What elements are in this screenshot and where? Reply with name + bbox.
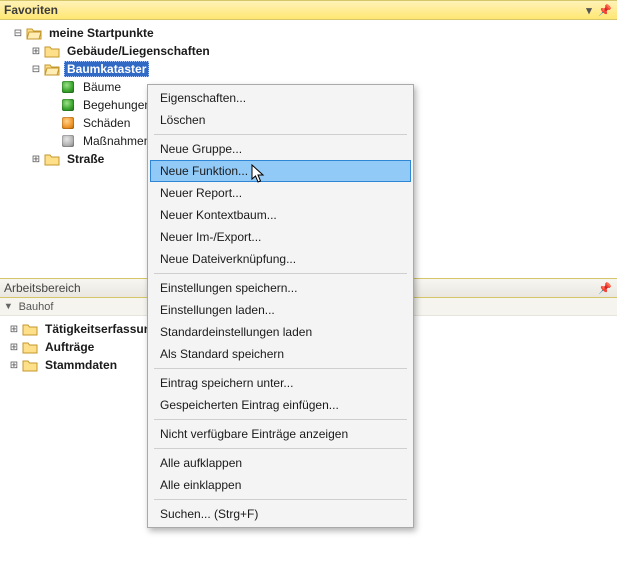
tree-label: Tätigkeitserfassung bbox=[42, 321, 161, 337]
expand-icon[interactable]: ⊞ bbox=[30, 153, 42, 165]
context-menu-item[interactable]: Alle aufklappen bbox=[150, 452, 411, 474]
tree-label: Maßnahmen bbox=[80, 133, 153, 149]
collapse-icon[interactable]: ⊟ bbox=[12, 27, 24, 39]
tree-label: Stammdaten bbox=[42, 357, 120, 373]
context-menu-item[interactable]: Neuer Report... bbox=[150, 182, 411, 204]
favorites-title: Favoriten bbox=[4, 3, 58, 17]
menu-separator bbox=[154, 134, 407, 135]
context-menu-item[interactable]: Einstellungen speichern... bbox=[150, 277, 411, 299]
tree-label: Gebäude/Liegenschaften bbox=[64, 43, 213, 59]
tree-row[interactable]: ⊟ Baumkataster bbox=[0, 60, 617, 78]
leaf-icon bbox=[60, 133, 76, 149]
leaf-icon bbox=[60, 97, 76, 113]
context-menu-item[interactable]: Eintrag speichern unter... bbox=[150, 372, 411, 394]
tree-label: Straße bbox=[64, 151, 107, 167]
menu-separator bbox=[154, 448, 407, 449]
context-menu-item[interactable]: Suchen... (Strg+F) bbox=[150, 503, 411, 525]
folder-icon bbox=[44, 43, 60, 59]
context-menu-item[interactable]: Neue Funktion... bbox=[150, 160, 411, 182]
tree-label: Begehungen bbox=[80, 97, 154, 113]
context-menu-item[interactable]: Als Standard speichern bbox=[150, 343, 411, 365]
expand-icon[interactable]: ⊞ bbox=[8, 359, 20, 371]
menu-separator bbox=[154, 499, 407, 500]
folder-icon bbox=[22, 339, 38, 355]
folder-icon bbox=[44, 151, 60, 167]
leaf-icon bbox=[60, 115, 76, 131]
favorites-header: Favoriten ▾ 📌 bbox=[0, 0, 617, 20]
expand-icon[interactable]: ⊞ bbox=[8, 323, 20, 335]
context-menu-item[interactable]: Neuer Kontextbaum... bbox=[150, 204, 411, 226]
pin-icon[interactable]: 📌 bbox=[597, 282, 613, 295]
folder-open-icon bbox=[26, 25, 42, 41]
expand-icon[interactable]: ⊞ bbox=[30, 45, 42, 57]
tree-label: Aufträge bbox=[42, 339, 97, 355]
tree-label: meine Startpunkte bbox=[46, 25, 157, 41]
context-menu-item[interactable]: Alle einklappen bbox=[150, 474, 411, 496]
tree-label: Bäume bbox=[80, 79, 124, 95]
folder-open-icon bbox=[44, 61, 60, 77]
context-menu-item[interactable]: Neuer Im-/Export... bbox=[150, 226, 411, 248]
expand-icon[interactable]: ⊞ bbox=[8, 341, 20, 353]
context-menu-item[interactable]: Einstellungen laden... bbox=[150, 299, 411, 321]
context-menu[interactable]: Eigenschaften...LöschenNeue Gruppe...Neu… bbox=[147, 84, 414, 528]
context-menu-item[interactable]: Neue Gruppe... bbox=[150, 138, 411, 160]
tree-row[interactable]: ⊟ meine Startpunkte bbox=[0, 24, 617, 42]
menu-separator bbox=[154, 419, 407, 420]
context-menu-item[interactable]: Gespeicherten Eintrag einfügen... bbox=[150, 394, 411, 416]
collapse-icon[interactable]: ⊟ bbox=[30, 63, 42, 75]
context-menu-item[interactable]: Neue Dateiverknüpfung... bbox=[150, 248, 411, 270]
pin-icon[interactable]: 📌 bbox=[597, 4, 613, 17]
tree-label: Schäden bbox=[80, 115, 133, 131]
workspace-title: Arbeitsbereich bbox=[4, 281, 81, 295]
menu-separator bbox=[154, 368, 407, 369]
folder-icon bbox=[22, 357, 38, 373]
folder-icon bbox=[22, 321, 38, 337]
context-menu-item[interactable]: Nicht verfügbare Einträge anzeigen bbox=[150, 423, 411, 445]
context-menu-item[interactable]: Eigenschaften... bbox=[150, 87, 411, 109]
menu-separator bbox=[154, 273, 407, 274]
dropdown-icon[interactable]: ▾ bbox=[581, 4, 597, 17]
context-menu-item[interactable]: Löschen bbox=[150, 109, 411, 131]
tree-label: Baumkataster bbox=[64, 61, 149, 77]
leaf-icon bbox=[60, 79, 76, 95]
tree-row[interactable]: ⊞ Gebäude/Liegenschaften bbox=[0, 42, 617, 60]
context-menu-item[interactable]: Standardeinstellungen laden bbox=[150, 321, 411, 343]
